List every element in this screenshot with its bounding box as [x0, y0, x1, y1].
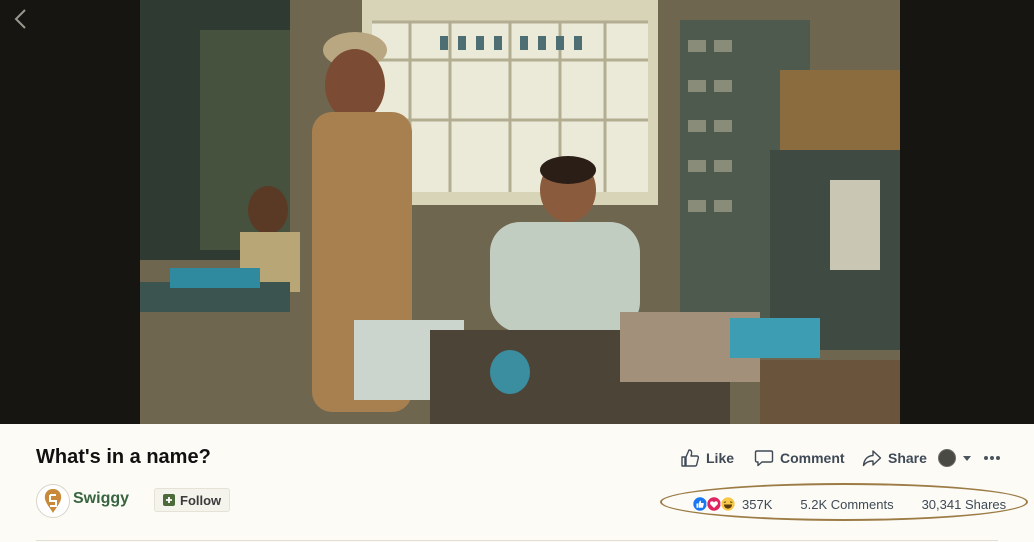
share-as-selector[interactable]	[938, 446, 972, 470]
divider	[36, 540, 998, 541]
comment-label: Comment	[780, 450, 845, 466]
share-label: Share	[888, 450, 927, 466]
chevron-left-icon	[14, 9, 26, 29]
swiggy-logo-icon	[44, 489, 62, 513]
haha-reaction-icon	[720, 496, 736, 512]
love-reaction-icon	[706, 496, 722, 512]
video-player[interactable]	[0, 0, 1034, 424]
follow-label: Follow	[180, 492, 222, 508]
back-button[interactable]	[8, 6, 32, 32]
follow-plus-icon	[163, 494, 175, 506]
video-frame[interactable]	[140, 0, 900, 424]
post-title: What's in a name?	[36, 446, 211, 468]
follow-button[interactable]: Follow	[154, 488, 231, 512]
share-button[interactable]: Share	[862, 446, 927, 470]
page-avatar[interactable]	[36, 484, 70, 518]
like-label: Like	[706, 450, 735, 466]
page-name-link[interactable]: Swiggy	[73, 490, 129, 508]
shares-count-link[interactable]: 30,341 Shares	[922, 497, 1007, 512]
reaction-icons	[692, 496, 736, 512]
caret-down-icon	[963, 456, 971, 461]
profile-avatar-icon	[938, 449, 956, 467]
reactions-summary[interactable]: 357K	[692, 496, 772, 512]
reactions-count: 357K	[742, 496, 773, 512]
comments-count-link[interactable]: 5.2K Comments	[800, 497, 893, 512]
like-button[interactable]: Like	[680, 446, 734, 470]
comment-button[interactable]: Comment	[754, 446, 845, 470]
like-reaction-icon	[692, 496, 708, 512]
ellipsis-icon	[984, 456, 1000, 460]
thumbs-up-icon	[681, 449, 700, 467]
share-arrow-icon	[862, 450, 882, 467]
comment-icon	[754, 450, 774, 467]
more-options-button[interactable]	[983, 448, 1001, 468]
engagement-stats: 357K 5.2K Comments 30,341 Shares	[692, 494, 1006, 514]
video-still-image	[140, 0, 900, 424]
